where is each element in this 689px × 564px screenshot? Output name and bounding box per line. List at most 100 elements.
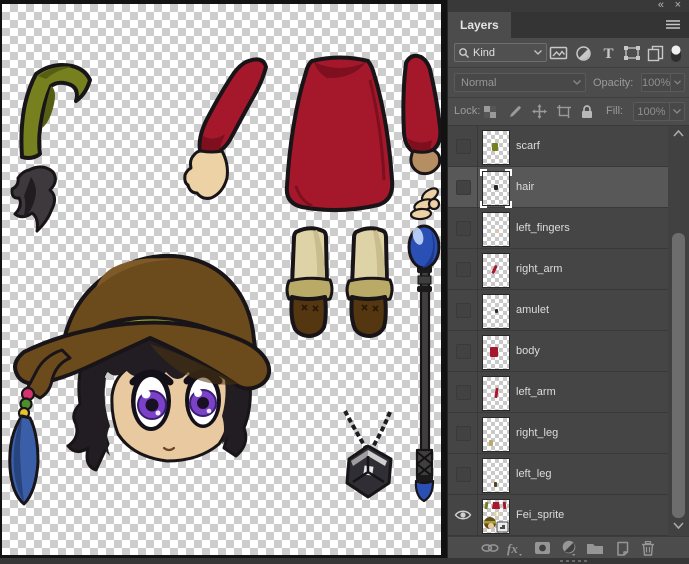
layer-name: body [516,331,540,371]
document-window [0,0,447,561]
visibility-toggle[interactable] [448,249,478,289]
svg-text:fx: fx [507,541,518,556]
visibility-well [456,467,471,482]
layer-row-right-leg[interactable]: right_leg [448,413,668,454]
panel-title-strip: « × [448,0,689,12]
visibility-toggle[interactable] [448,413,478,453]
layer-row-body[interactable]: body [448,331,668,372]
resize-grip[interactable] [560,560,590,562]
lock-position-icon[interactable] [531,104,547,119]
document-canvas[interactable] [2,4,441,555]
fill-value: 100% [634,106,669,118]
shape-filter-icon[interactable] [622,43,642,63]
visibility-toggle[interactable] [448,331,478,371]
scrollbar-thumb[interactable] [672,233,685,518]
thumbnail-art [490,347,498,357]
filter-kind-label: Kind [473,47,495,59]
fill-input[interactable]: 100% [633,102,685,121]
layer-thumbnail[interactable] [482,376,510,411]
blend-row: Normal Opacity: 100% [448,68,689,98]
chevron-down-icon [673,109,681,114]
visibility-well [456,303,471,318]
filter-toggle-icon[interactable] [669,43,683,63]
scroll-down-icon[interactable] [673,522,684,529]
tab-label: Layers [460,18,499,32]
lock-artboard-icon[interactable] [556,104,572,119]
layer-thumbnail[interactable] [482,212,510,247]
pixel-filter-icon[interactable] [548,43,568,63]
layer-thumbnail[interactable] [482,130,510,165]
layer-row-scarf[interactable]: scarf [448,126,668,167]
thumbnail-art [494,388,498,398]
layer-thumbnail[interactable] [482,335,510,370]
type-filter-icon[interactable]: T [598,43,618,63]
layer-row-amulet[interactable]: amulet [448,290,668,331]
sprite-scarf [21,65,90,158]
layer-row-right-arm[interactable]: right_arm [448,249,668,290]
layer-thumbnail[interactable] [482,499,510,534]
visibility-toggle[interactable] [448,208,478,248]
add-layer-mask-icon[interactable] [533,540,551,556]
visibility-toggle[interactable] [448,126,478,166]
layer-row-left-arm[interactable]: left_arm [448,372,668,413]
layer-thumbnail[interactable] [482,253,510,288]
new-group-folder-icon[interactable] [586,540,604,556]
layer-thumbnail[interactable] [482,417,510,452]
delete-layer-icon[interactable] [639,540,657,556]
smart-object-filter-icon[interactable] [645,43,665,63]
layer-row-hair[interactable]: hair [448,167,668,208]
lock-pixels-icon[interactable] [507,104,523,119]
link-layers-icon[interactable] [481,540,499,556]
sprite-amulet [345,411,391,497]
layer-row-fei-sprite[interactable]: Fei_sprite [448,495,668,536]
layer-thumbnail[interactable] [482,171,510,206]
chevron-down-icon [534,50,542,55]
visibility-well [456,385,471,400]
layer-style-fx-icon[interactable]: fx [506,540,524,556]
svg-text:T: T [603,46,613,61]
blend-mode-dropdown[interactable]: Normal [454,73,586,92]
filter-kind-dropdown[interactable]: Kind [454,43,547,62]
collapse-panel-icon[interactable]: « [658,0,663,12]
layer-name: left_fingers [516,208,570,248]
layer-list-scrollbar[interactable] [668,126,689,536]
opacity-value: 100% [642,77,670,89]
sprite-right-leg [347,228,392,336]
layer-name: scarf [516,126,540,166]
close-panel-icon[interactable]: × [675,0,681,12]
thumbnail-art [494,185,498,190]
hat-beads [19,388,34,418]
visibility-toggle[interactable] [448,372,478,412]
visibility-toggle[interactable] [448,495,478,535]
lock-transparency-icon[interactable] [482,104,498,119]
tab-layers[interactable]: Layers [448,12,511,38]
panel-menu-icon[interactable] [665,19,681,31]
opacity-label: Opacity: [593,77,633,89]
sprite-head [10,256,269,504]
sprite-body [287,58,392,211]
visibility-toggle[interactable] [448,290,478,330]
scroll-up-icon[interactable] [673,130,684,137]
layer-thumbnail[interactable] [482,294,510,329]
layers-panel: « × Layers Kind T [447,0,689,564]
status-strip [0,558,689,564]
visibility-toggle[interactable] [448,454,478,494]
lock-row: Lock: Fill: 100% [448,98,689,126]
adjustment-filter-icon[interactable] [573,43,593,63]
eye-icon [454,509,472,521]
visibility-toggle[interactable] [448,167,478,207]
new-layer-icon[interactable] [612,540,630,556]
thumbnail-art [494,482,497,487]
new-adjustment-layer-icon[interactable] [560,540,578,556]
layers-toolbar: fx [448,536,689,558]
layer-thumbnail[interactable] [482,458,510,493]
layer-row-left-leg[interactable]: left_leg [448,454,668,495]
filter-row: Kind T [448,38,689,68]
layer-name: amulet [516,290,549,330]
opacity-input[interactable]: 100% [641,73,685,92]
layer-row-left-fingers[interactable]: left_fingers [448,208,668,249]
visibility-well [456,221,471,236]
thumbnail-art [489,440,493,446]
lock-all-icon[interactable] [579,104,595,119]
sprite-right-arm [403,56,440,174]
